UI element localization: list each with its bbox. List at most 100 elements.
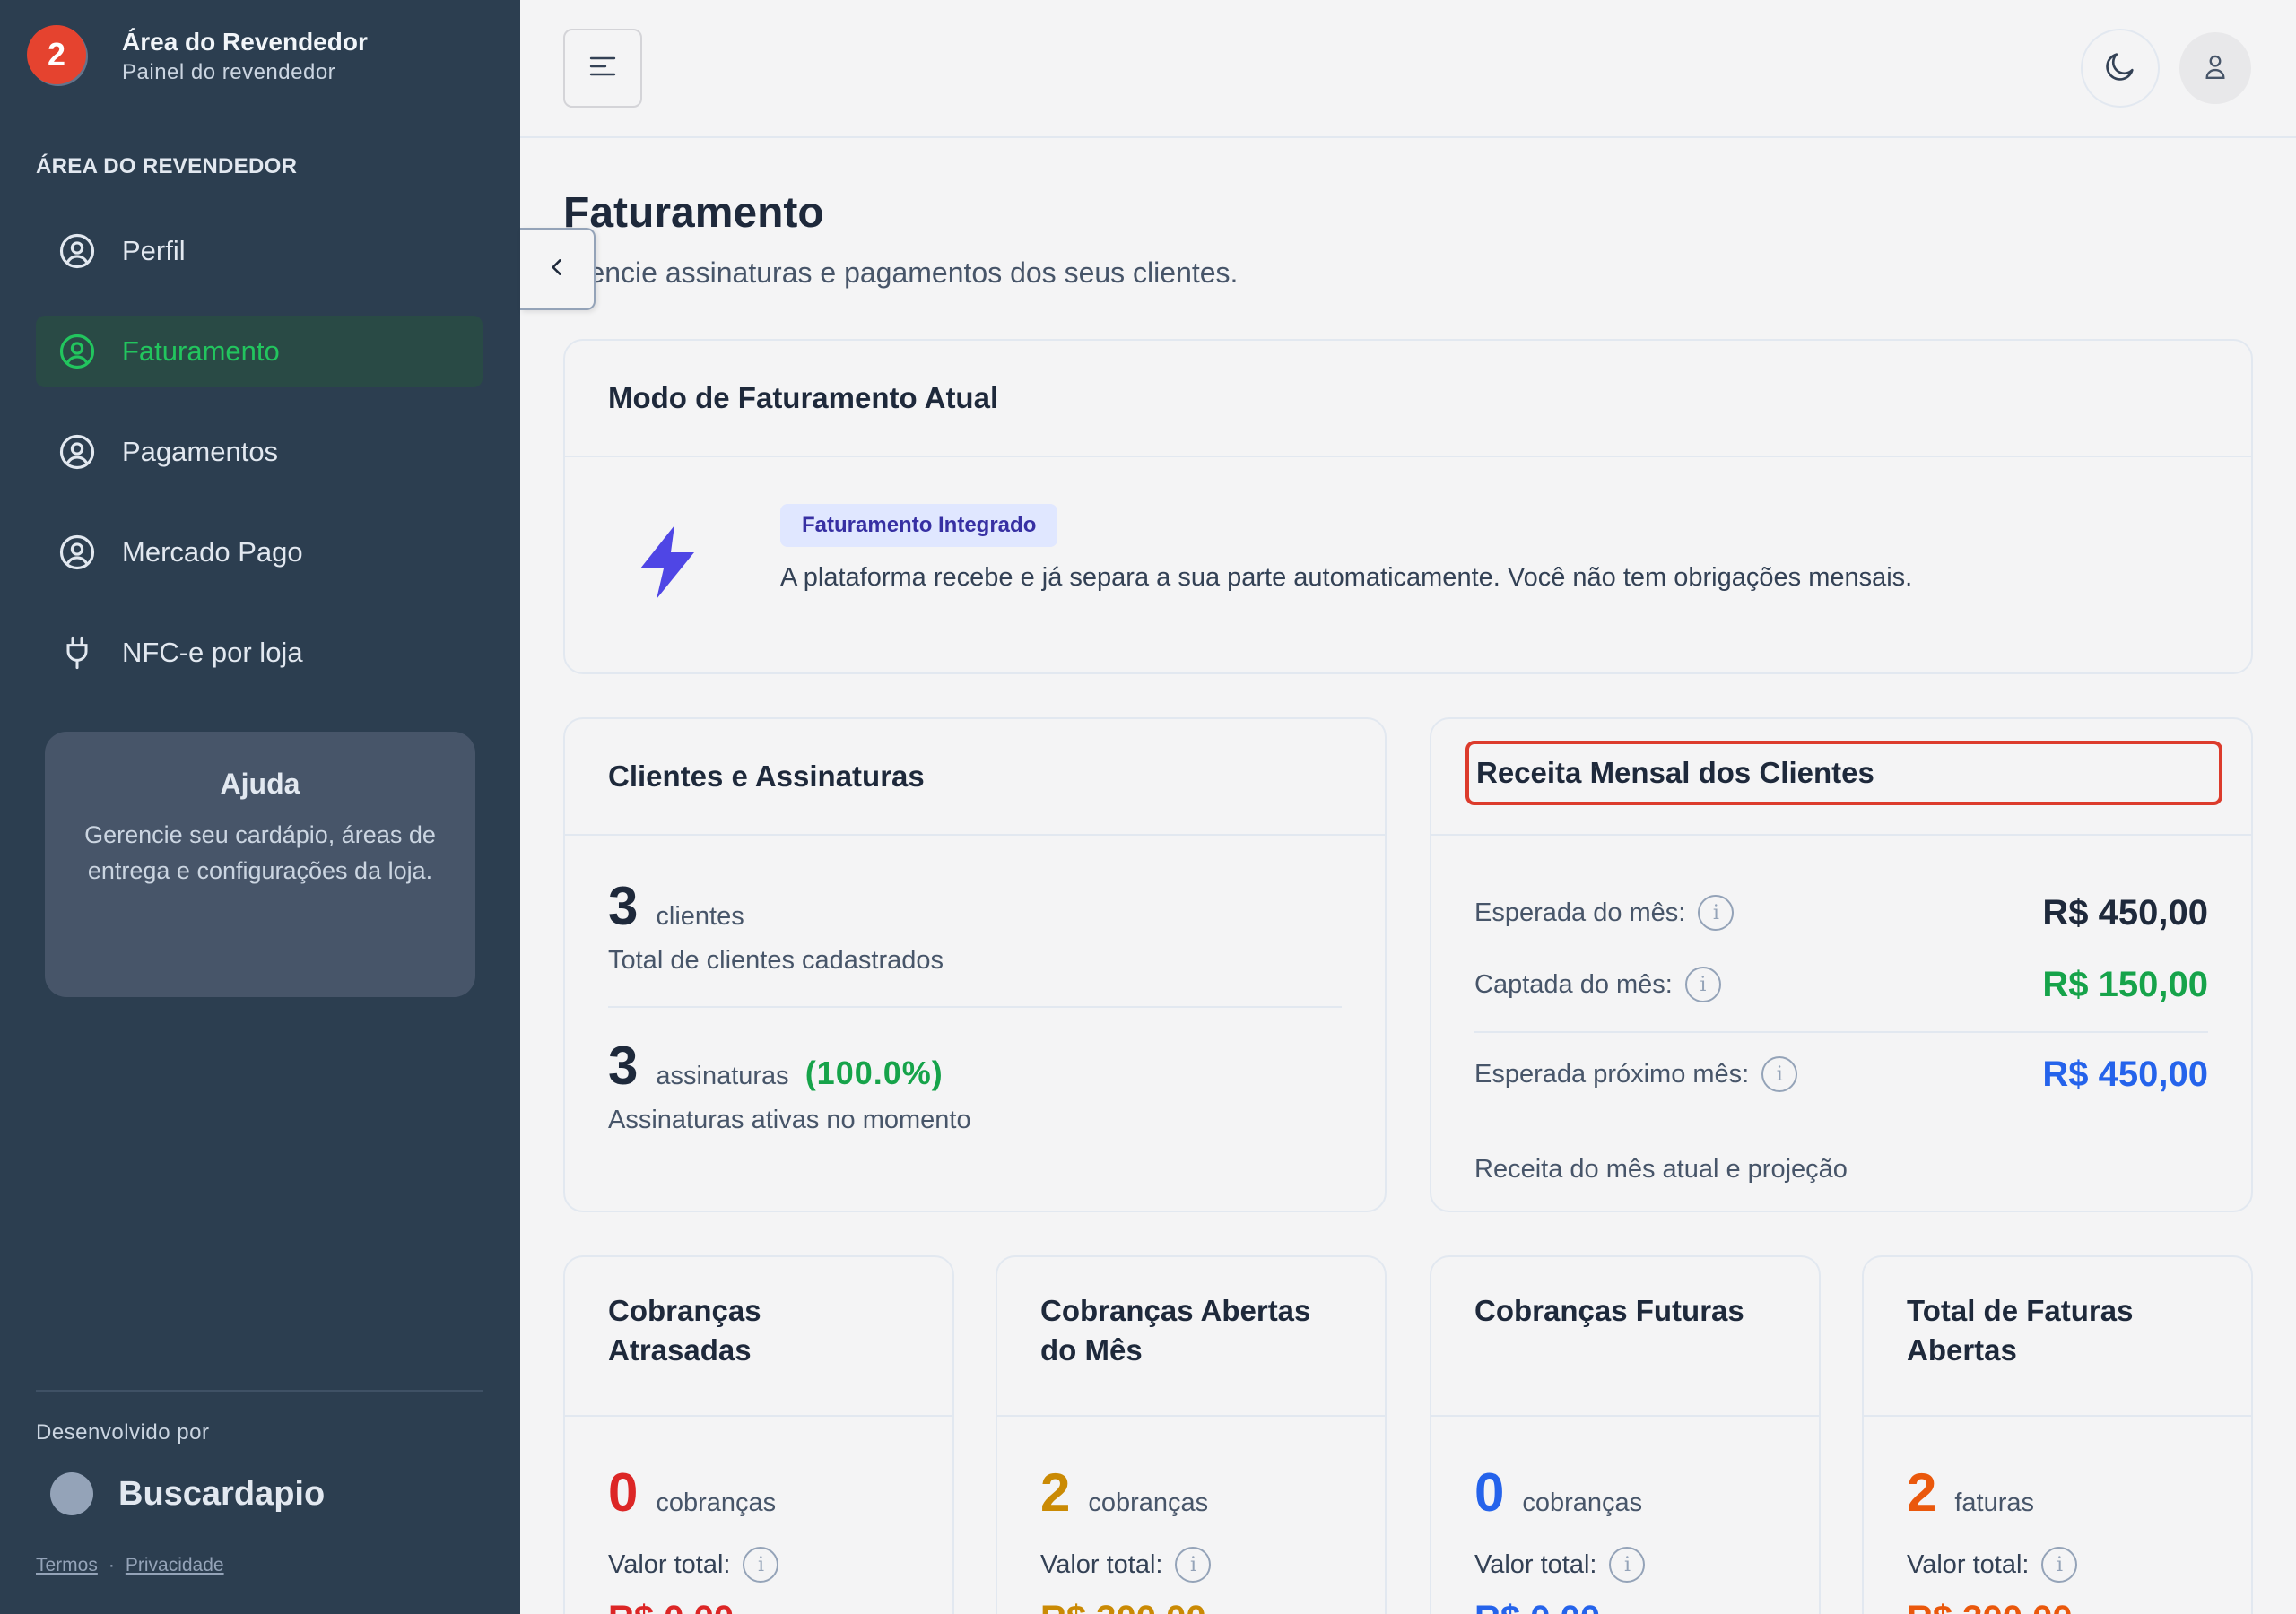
topbar [520, 0, 2296, 138]
overdue-charges-card: Cobranças Atrasadas 0 cobranças Valor tot… [563, 1255, 954, 1614]
stat-unit: cobranças [1522, 1488, 1643, 1517]
stat-count: 0 [608, 1462, 639, 1523]
menu-icon [587, 53, 618, 84]
bolt-icon [633, 522, 701, 607]
info-icon[interactable]: i [1698, 895, 1735, 931]
stat-total-value: R$ 0,00 [608, 1599, 909, 1614]
stat-total-value: R$ 300,00 [1040, 1599, 1342, 1614]
expected-row: Esperada do mês: i R$ 450,00 [1474, 877, 2208, 949]
subscriptions-percentage: (100.0%) [804, 1054, 944, 1091]
sidebar-footer: Desenvolvido por Buscardapio Termos · Priv… [36, 1390, 483, 1576]
divider [1474, 1031, 2208, 1033]
developed-by-label: Desenvolvido por [36, 1420, 210, 1445]
sidebar-item-label: NFC-e por loja [122, 637, 303, 668]
sidebar-item-pagamentos[interactable]: Pagamentos [36, 416, 483, 488]
card-title: Total de Faturas Abertas [1864, 1257, 2251, 1417]
help-text: Gerencie seu cardápio, áreas de entrega … [84, 821, 436, 884]
captured-value: R$ 150,00 [2042, 964, 2208, 1004]
subscriptions-count: 3 [608, 1036, 639, 1096]
privacy-link[interactable]: Privacidade [126, 1555, 224, 1575]
moon-icon [2102, 48, 2138, 89]
stat-count: 2 [1040, 1462, 1071, 1523]
page-subtitle: erencie assinaturas e pagamentos dos seu… [563, 256, 1239, 289]
future-charges-card: Cobranças Futuras 0 cobranças Valor total… [1430, 1255, 1821, 1614]
billing-mode-badge: Faturamento Integrado [780, 504, 1058, 547]
sidebar-nav: Perfil Faturamento Pagamentos Mercado Pa… [36, 215, 483, 717]
open-invoices-card: Total de Faturas Abertas 2 faturas Valor … [1862, 1255, 2253, 1614]
stat-unit: cobranças [656, 1488, 777, 1517]
sidebar-item-perfil[interactable]: Perfil [36, 215, 483, 287]
clients-description: Total de clientes cadastrados [608, 946, 944, 975]
card-header: Receita Mensal dos Clientes [1431, 719, 2251, 836]
clients-count: 3 [608, 876, 639, 936]
stat-unit: faturas [1954, 1488, 2035, 1517]
card-title: Cobranças Atrasadas [565, 1257, 952, 1417]
developer-brand[interactable]: Buscardapio [36, 1472, 483, 1515]
info-icon[interactable]: i [743, 1547, 779, 1583]
brand-title: Área do Revendedor [122, 28, 368, 56]
stat-total-value: R$ 300,00 [1907, 1599, 2208, 1614]
page-title: Faturamento [563, 189, 824, 237]
terms-link[interactable]: Termos [36, 1555, 98, 1575]
brand-subtitle: Painel do revendedor [122, 60, 336, 84]
next-month-row: Esperada próximo mês: i R$ 450,00 [1474, 1038, 2208, 1110]
section-label: ÁREA DO REVENDEDOR [36, 154, 298, 178]
stat-unit: cobranças [1088, 1488, 1209, 1517]
info-icon[interactable]: i [1761, 1056, 1798, 1092]
menu-toggle-button[interactable] [563, 29, 642, 108]
brand-logo: 2 [27, 25, 88, 86]
sidebar-item-label: Pagamentos [122, 436, 279, 467]
divider [608, 1006, 1342, 1008]
developer-name: Buscardapio [118, 1474, 326, 1513]
user-menu-button[interactable] [2179, 32, 2251, 104]
user-circle-icon [57, 332, 97, 371]
billing-mode-description: A plataforma recebe e já separa a sua pa… [780, 563, 1913, 592]
sidebar-item-nfce[interactable]: NFC-e por loja [36, 617, 483, 689]
info-icon[interactable]: i [1609, 1547, 1646, 1583]
chevron-left-icon [545, 256, 569, 283]
sidebar-item-label: Mercado Pago [122, 536, 303, 568]
theme-toggle-button[interactable] [2081, 29, 2160, 108]
stat-total-label: Valor total: [608, 1549, 731, 1579]
card-title: Cobranças Abertas do Mês [997, 1257, 1385, 1417]
notification-badge[interactable]: 2 [27, 25, 86, 84]
stat-total-label: Valor total: [1474, 1549, 1597, 1579]
sidebar-item-mercado-pago[interactable]: Mercado Pago [36, 516, 483, 588]
subscriptions-description: Assinaturas ativas no momento [608, 1106, 971, 1134]
stat-total-label: Valor total: [1907, 1549, 2030, 1579]
help-card: Ajuda Gerencie seu cardápio, áreas de en… [45, 732, 475, 997]
developer-logo-icon [50, 1472, 93, 1515]
billing-mode-card: Modo de Faturamento Atual Faturamento In… [563, 339, 2253, 674]
plug-icon [57, 633, 97, 672]
stat-count: 0 [1474, 1462, 1505, 1523]
sidebar: 2 Área do Revendedor Painel do revendedo… [0, 0, 520, 1614]
user-icon [2203, 51, 2228, 86]
main-content: Faturamento erencie assinaturas e pagame… [520, 138, 2296, 1614]
expected-label: Esperada do mês: [1474, 898, 1686, 927]
info-icon[interactable]: i [2041, 1547, 2078, 1583]
revenue-note: Receita do mês atual e projeção [1474, 1155, 1848, 1184]
brand[interactable]: 2 Área do Revendedor Painel do revendedo… [27, 25, 368, 86]
collapse-sidebar-button[interactable] [520, 228, 596, 310]
clients-card: Clientes e Assinaturas 3 clientes Total … [563, 717, 1387, 1212]
info-icon[interactable]: i [1175, 1547, 1212, 1583]
legal-separator: · [108, 1555, 115, 1575]
subscriptions-unit: assinaturas [656, 1062, 789, 1090]
revenue-card: Receita Mensal dos Clientes Esperada do … [1430, 717, 2253, 1212]
user-circle-icon [57, 533, 97, 572]
expected-value: R$ 450,00 [2042, 892, 2208, 933]
info-icon[interactable]: i [1684, 967, 1721, 1002]
captured-label: Captada do mês: [1474, 969, 1673, 999]
stat-total-value: R$ 0,00 [1474, 1599, 1776, 1614]
user-circle-icon [57, 432, 97, 472]
sidebar-item-label: Faturamento [122, 335, 280, 367]
help-title: Ajuda [220, 768, 300, 800]
stat-count: 2 [1907, 1462, 1937, 1523]
card-title: Clientes e Assinaturas [565, 719, 1385, 836]
next-month-value: R$ 450,00 [2042, 1054, 2208, 1094]
card-title: Receita Mensal dos Clientes [1465, 741, 2222, 805]
stat-total-label: Valor total: [1040, 1549, 1163, 1579]
sidebar-item-faturamento[interactable]: Faturamento [36, 316, 483, 387]
user-circle-icon [57, 231, 97, 271]
captured-row: Captada do mês: i R$ 150,00 [1474, 949, 2208, 1020]
